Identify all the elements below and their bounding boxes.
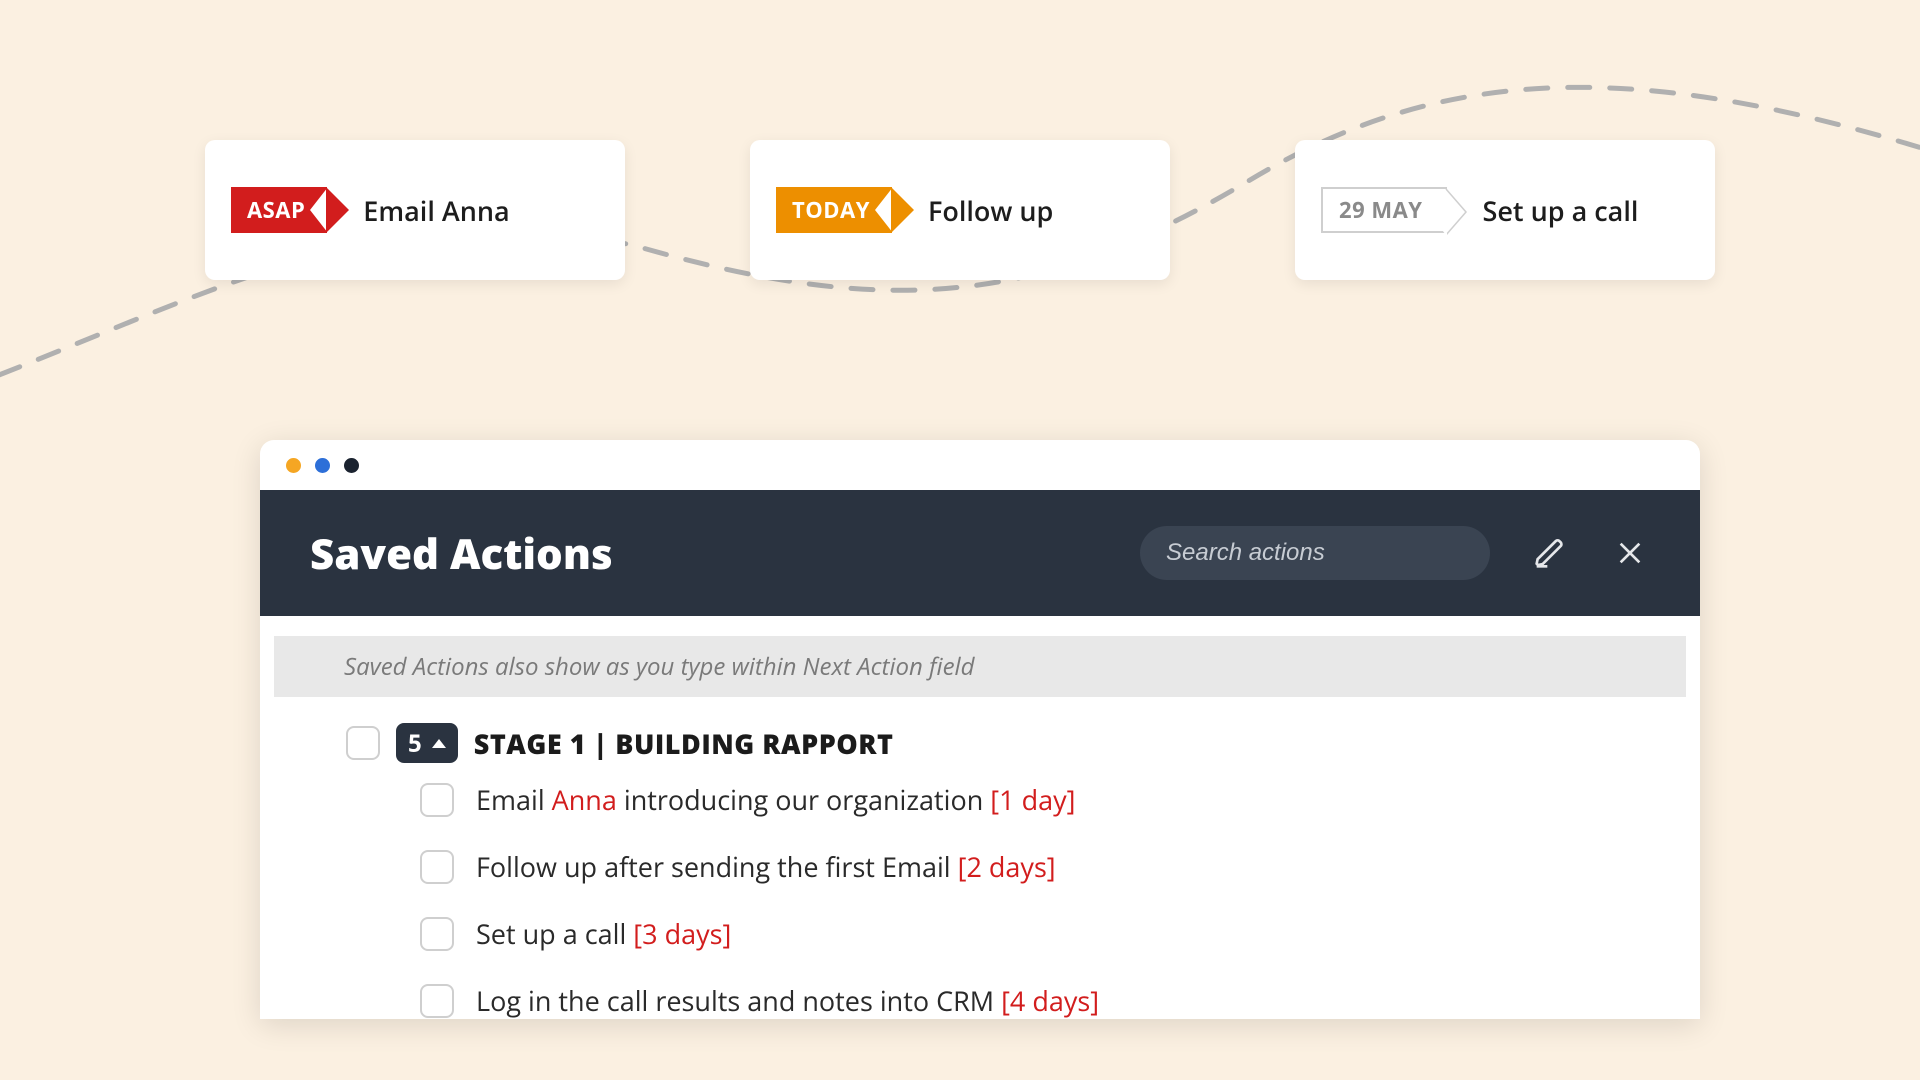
stage-title: STAGE 1 | BUILDING RAPPORT — [474, 725, 894, 762]
close-button[interactable] — [1610, 533, 1650, 573]
action-text: Set up a call [3 days] — [476, 915, 731, 952]
priority-tag: ASAP — [231, 187, 327, 233]
panel-header: Saved Actions — [260, 490, 1700, 616]
timeline-card-date[interactable]: 29 MAY Set up a call — [1295, 140, 1715, 280]
card-task: Follow up — [928, 192, 1053, 229]
action-text: Log in the call results and notes into C… — [476, 982, 1099, 1019]
stage-count-value: 5 — [408, 727, 422, 760]
tag-label: ASAP — [247, 195, 305, 225]
action-list: Email Anna introducing our organization … — [260, 773, 1700, 1019]
window-titlebar — [260, 440, 1700, 490]
action-text: Follow up after sending the first Email … — [476, 848, 1056, 885]
list-item[interactable]: Set up a call [3 days] — [420, 915, 1700, 952]
stage-checkbox[interactable] — [346, 726, 380, 760]
tag-label: TODAY — [792, 195, 870, 225]
edit-button[interactable] — [1530, 533, 1570, 573]
stage-count-toggle[interactable]: 5 — [396, 723, 458, 763]
traffic-light-max-icon[interactable] — [344, 458, 359, 473]
close-icon — [1614, 537, 1646, 569]
chevron-up-icon — [432, 739, 446, 748]
card-task: Set up a call — [1483, 192, 1639, 229]
action-text: Email Anna introducing our organization … — [476, 781, 1075, 818]
action-checkbox[interactable] — [420, 850, 454, 884]
search-input[interactable] — [1140, 526, 1490, 580]
saved-actions-window: Saved Actions Saved Actions also show as… — [260, 440, 1700, 1019]
list-item[interactable]: Email Anna introducing our organization … — [420, 781, 1700, 818]
timeline-card-asap[interactable]: ASAP Email Anna — [205, 140, 625, 280]
timeline-row: ASAP Email Anna TODAY Follow up 29 MAY S… — [0, 140, 1920, 280]
date-tag: 29 MAY — [1321, 187, 1447, 233]
traffic-light-min-icon[interactable] — [315, 458, 330, 473]
panel-title: Saved Actions — [310, 525, 613, 582]
card-task: Email Anna — [363, 192, 509, 229]
pencil-icon — [1534, 537, 1566, 569]
tag-label: 29 MAY — [1339, 195, 1423, 225]
hint-banner: Saved Actions also show as you type with… — [274, 636, 1686, 697]
list-item[interactable]: Log in the call results and notes into C… — [420, 982, 1700, 1019]
action-checkbox[interactable] — [420, 783, 454, 817]
traffic-light-close-icon[interactable] — [286, 458, 301, 473]
timeline-card-today[interactable]: TODAY Follow up — [750, 140, 1170, 280]
action-checkbox[interactable] — [420, 917, 454, 951]
stage-header: 5 STAGE 1 | BUILDING RAPPORT — [260, 697, 1700, 773]
action-checkbox[interactable] — [420, 984, 454, 1018]
list-item[interactable]: Follow up after sending the first Email … — [420, 848, 1700, 885]
priority-tag: TODAY — [776, 187, 892, 233]
